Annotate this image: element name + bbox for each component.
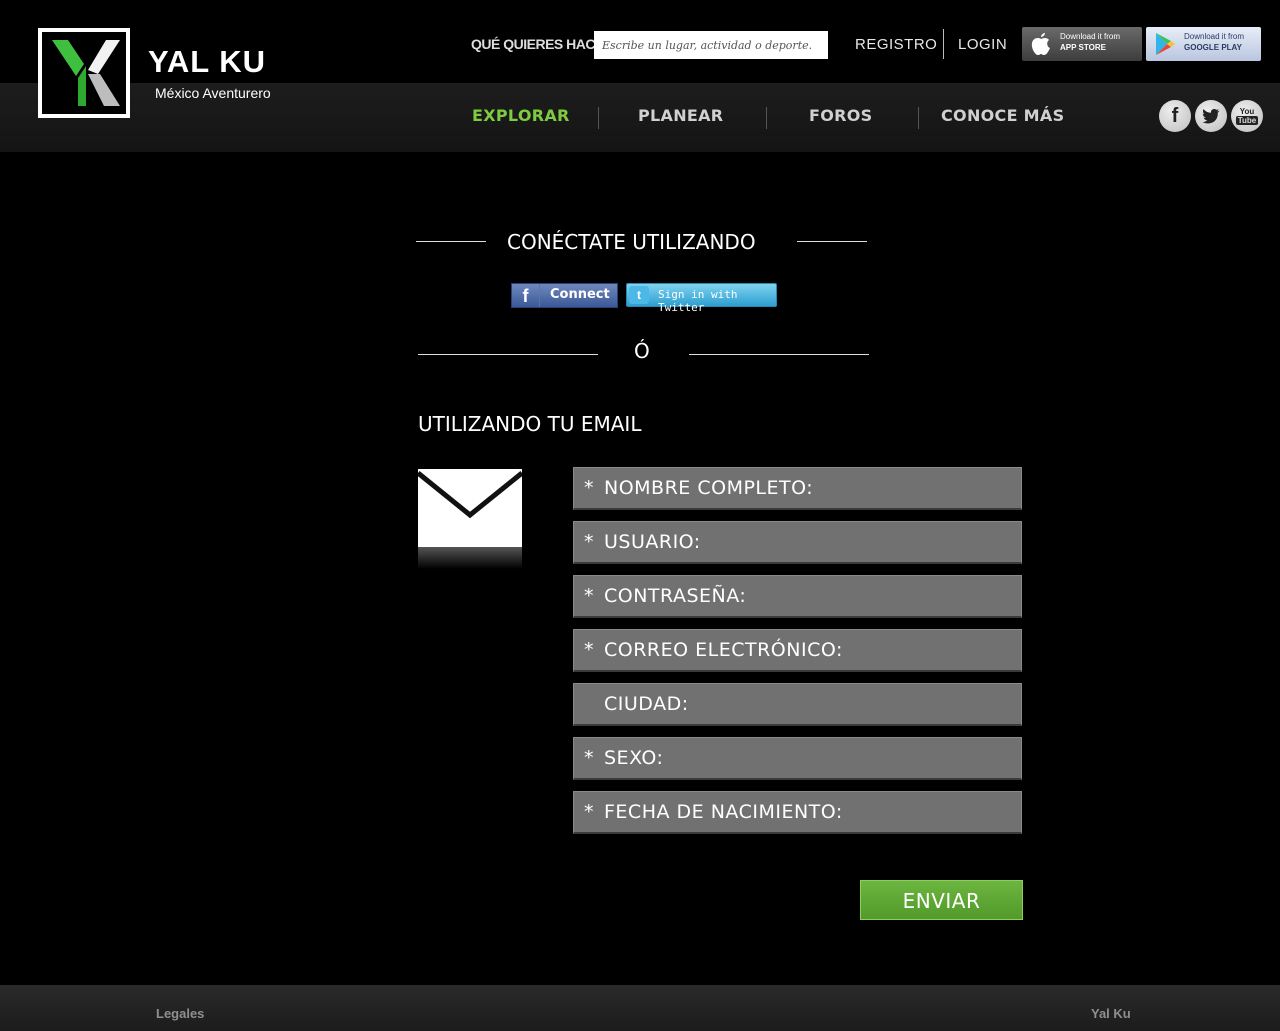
youtube-glyph-top: You bbox=[1239, 107, 1255, 116]
field-label: USUARIO: bbox=[604, 531, 701, 553]
app-store-badge[interactable]: Download it from APP STORE bbox=[1022, 27, 1142, 61]
nav-explorar[interactable]: EXPLORAR bbox=[472, 106, 570, 125]
connect-rule-right bbox=[797, 241, 867, 242]
twitter-signin-label: Sign in with Twitter bbox=[658, 288, 738, 314]
field-sexo[interactable]: * SEXO: bbox=[573, 737, 1022, 780]
envelope-icon bbox=[416, 469, 524, 569]
required-mark: * bbox=[584, 801, 594, 823]
field-label: FECHA DE NACIMIENTO: bbox=[604, 801, 843, 823]
nav-divider bbox=[598, 107, 599, 129]
field-label: CIUDAD: bbox=[604, 693, 689, 715]
required-mark: * bbox=[584, 747, 594, 769]
app-store-caption: Download it from bbox=[1060, 32, 1121, 41]
facebook-glyph: f bbox=[1171, 104, 1179, 127]
facebook-connect-button[interactable]: f Connect bbox=[511, 283, 618, 308]
field-ciudad[interactable]: CIUDAD: bbox=[573, 683, 1022, 726]
login-link[interactable]: LOGIN bbox=[958, 36, 1007, 53]
logo[interactable] bbox=[38, 28, 130, 118]
nav-foros[interactable]: FOROS bbox=[809, 106, 872, 125]
field-label: SEXO: bbox=[604, 747, 664, 769]
nav-conoce-mas[interactable]: CONOCE MÁS bbox=[941, 106, 1064, 125]
facebook-connect-label: Connect bbox=[550, 287, 610, 302]
nav-divider bbox=[766, 107, 767, 129]
submit-button[interactable]: ENVIAR bbox=[860, 880, 1023, 920]
google-play-caption: Download it from bbox=[1184, 32, 1245, 41]
google-play-badge[interactable]: Download it from GOOGLE PLAY bbox=[1146, 27, 1261, 61]
email-form-heading: UTILIZANDO TU EMAIL bbox=[418, 412, 642, 436]
or-rule-right bbox=[689, 354, 869, 355]
brand-tagline: México Aventurero bbox=[155, 85, 271, 101]
required-mark: * bbox=[584, 585, 594, 607]
youtube-glyph-bottom: Tube bbox=[1235, 116, 1259, 125]
app-store-title: APP STORE bbox=[1060, 43, 1106, 52]
twitter-bird-icon bbox=[1202, 108, 1220, 124]
required-mark: * bbox=[584, 531, 594, 553]
facebook-connect-icon: f bbox=[512, 284, 540, 307]
field-correo-electronico[interactable]: * CORREO ELECTRÓNICO: bbox=[573, 629, 1022, 672]
field-label: CORREO ELECTRÓNICO: bbox=[604, 639, 843, 661]
twitter-signin-icon: t bbox=[629, 286, 649, 304]
brand-name: YAL KU bbox=[148, 44, 266, 79]
required-mark: * bbox=[584, 639, 594, 661]
twitter-signin-button[interactable]: t Sign in with Twitter bbox=[626, 283, 777, 314]
google-play-icon bbox=[1156, 33, 1175, 55]
field-label: CONTRASEÑA: bbox=[604, 585, 747, 607]
or-rule-left bbox=[418, 354, 598, 355]
google-play-title: GOOGLE PLAY bbox=[1184, 43, 1242, 52]
logo-mark-icon bbox=[52, 40, 120, 106]
register-link[interactable]: REGISTRO bbox=[855, 36, 937, 53]
youtube-icon[interactable]: You Tube bbox=[1231, 100, 1263, 132]
or-separator: Ó bbox=[634, 339, 650, 363]
field-usuario[interactable]: * USUARIO: bbox=[573, 521, 1022, 564]
field-contrasena[interactable]: * CONTRASEÑA: bbox=[573, 575, 1022, 618]
field-nombre-completo[interactable]: * NOMBRE COMPLETO: bbox=[573, 467, 1022, 510]
nav-divider bbox=[918, 107, 919, 129]
nav-planear[interactable]: PLANEAR bbox=[638, 106, 723, 125]
apple-icon bbox=[1031, 33, 1050, 55]
footer-brand-link[interactable]: Yal Ku bbox=[1091, 1006, 1131, 1021]
connect-heading: CONÉCTATE UTILIZANDO bbox=[507, 230, 756, 254]
footer-legal-link[interactable]: Legales bbox=[156, 1006, 204, 1021]
field-fecha-nacimiento[interactable]: * FECHA DE NACIMIENTO: bbox=[573, 791, 1022, 834]
search-input[interactable] bbox=[594, 31, 828, 59]
field-label: NOMBRE COMPLETO: bbox=[604, 477, 814, 499]
account-divider bbox=[943, 29, 944, 59]
connect-rule-left bbox=[416, 241, 486, 242]
required-mark: * bbox=[584, 477, 594, 499]
twitter-icon[interactable] bbox=[1195, 100, 1227, 132]
facebook-icon[interactable]: f bbox=[1159, 100, 1191, 132]
